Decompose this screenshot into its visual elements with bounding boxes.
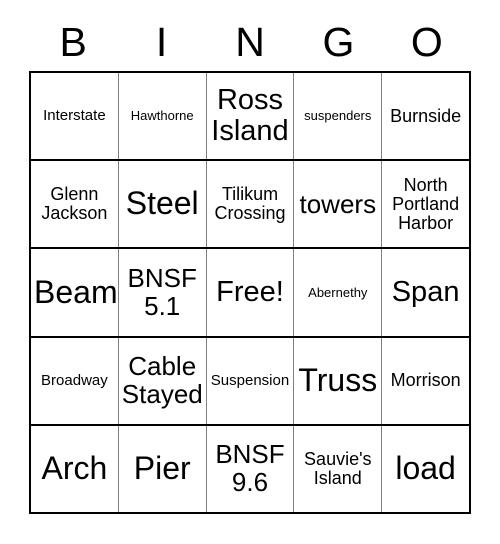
bingo-cell[interactable]: Broadway [31,337,119,424]
bingo-cell[interactable]: BNSF 5.1 [118,249,207,336]
bingo-cell-label: Morrison [390,370,461,391]
header-letter-i: I [155,19,168,65]
bingo-cell[interactable]: suspenders [294,73,383,160]
bingo-cell[interactable]: towers [294,161,383,248]
bingo-cell-label: Steel [125,185,199,222]
header-letter-g: G [322,19,355,65]
bingo-row: Arch Pier BNSF 9.6 Sauvie's Island load [31,425,469,513]
bingo-cell-label: Glenn Jackson [41,184,108,224]
bingo-cell-label: Free! [216,276,284,309]
bingo-cell-label: Ross Island [211,84,289,148]
bingo-cell[interactable]: Span [382,249,469,336]
bingo-cell[interactable]: Steel [118,161,207,248]
bingo-cell[interactable]: Burnside [382,73,469,160]
bingo-cell[interactable]: load [382,425,469,513]
bingo-cell[interactable]: Hawthorne [118,73,207,160]
bingo-cell[interactable]: Arch [31,425,119,513]
header-letter-b: B [59,19,87,65]
bingo-cell-label: Cable Stayed [121,351,203,409]
bingo-cell-label: North Portland Harbor [392,174,460,233]
bingo-cell-label: towers [299,188,377,219]
bingo-cell-label: Beam [34,273,118,310]
bingo-cell-label: Truss [298,361,378,398]
bingo-cell-label: Interstate [43,107,106,125]
bingo-cell[interactable]: Beam [31,249,119,336]
bingo-row: Glenn Jackson Steel Tilikum Crossing tow… [31,161,469,250]
bingo-card: B I N G O Interstate Hawthorne Ross Isla… [0,0,500,544]
bingo-cell-label: BNSF 5.1 [127,262,197,321]
bingo-cell[interactable]: Abernethy [294,249,383,336]
bingo-cell[interactable]: Truss [294,337,383,424]
bingo-cell[interactable]: Glenn Jackson [31,161,119,248]
bingo-cell[interactable]: Tilikum Crossing [206,161,295,248]
bingo-cell[interactable]: BNSF 9.6 [206,425,295,513]
bingo-row: Beam BNSF 5.1 Free! Abernethy Span [31,249,469,338]
bingo-grid: Interstate Hawthorne Ross Island suspend… [29,71,471,514]
bingo-cell-label: Arch [41,449,108,486]
bingo-cell[interactable]: Pier [118,425,207,513]
bingo-cell[interactable]: Sauvie's Island [294,425,383,513]
bingo-cell[interactable]: Cable Stayed [118,337,207,424]
bingo-cell[interactable]: Suspension [206,337,295,424]
bingo-cell-label: Span [391,276,460,309]
bingo-cell-free[interactable]: Free! [206,249,295,336]
bingo-cell-label: Broadway [41,371,108,389]
bingo-cell-label: BNSF 9.6 [215,439,285,497]
bingo-row: Interstate Hawthorne Ross Island suspend… [31,73,469,162]
bingo-cell-label: Tilikum Crossing [214,184,286,224]
bingo-cell-label: Abernethy [308,284,368,300]
bingo-cell-label: suspenders [304,108,372,124]
bingo-cell[interactable]: Morrison [382,337,469,424]
bingo-cell[interactable]: North Portland Harbor [382,161,469,248]
bingo-cell-label: Suspension [210,371,290,389]
bingo-cell-label: Sauvie's Island [304,448,372,488]
bingo-row: Broadway Cable Stayed Suspension Truss M… [31,337,469,426]
bingo-cell-label: Burnside [390,105,462,126]
bingo-header: B I N G O [29,14,471,71]
header-letter-n: N [235,19,265,65]
bingo-cell-label: Pier [133,449,191,486]
bingo-cell[interactable]: Ross Island [206,73,295,160]
bingo-cell-label: load [395,449,456,486]
bingo-cell-label: Hawthorne [130,108,194,124]
header-letter-o: O [410,19,443,65]
bingo-cell[interactable]: Interstate [31,73,119,160]
